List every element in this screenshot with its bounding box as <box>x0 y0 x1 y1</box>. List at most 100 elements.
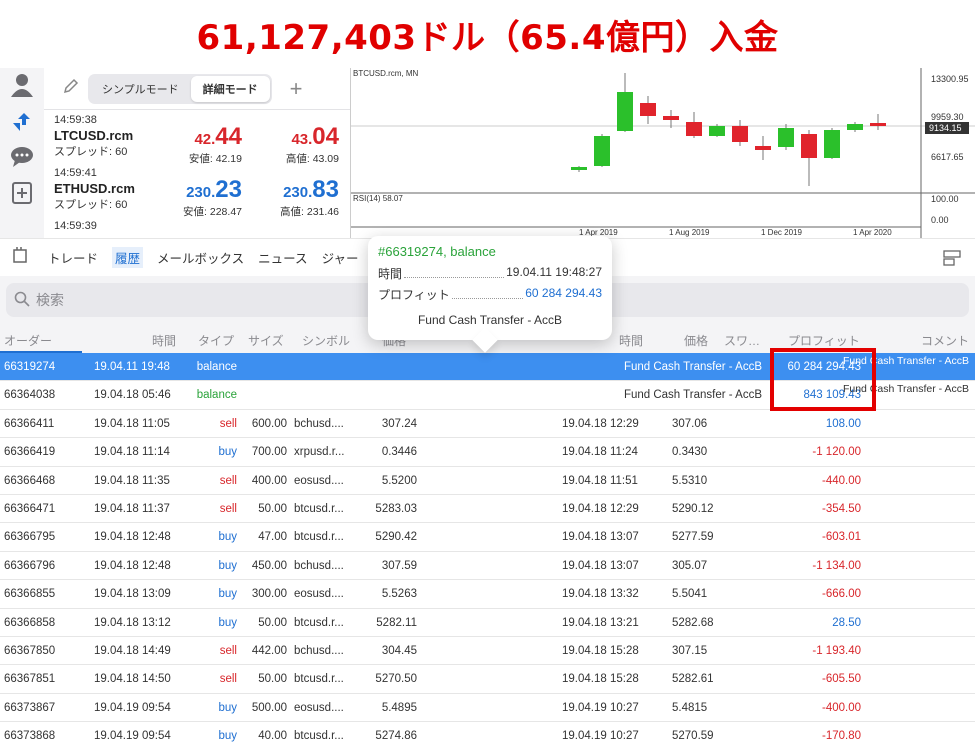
order-cell: 66367850 <box>4 644 56 657</box>
candle-body <box>709 126 725 136</box>
quote-time: 14:59:39 <box>54 220 97 232</box>
type-cell: sell <box>219 673 237 686</box>
price-cell: 307.59 <box>381 559 417 572</box>
order-cell: 66373867 <box>4 701 56 714</box>
tooltip-comment: Fund Cash Transfer - AccB <box>417 313 563 327</box>
split-view-icon[interactable] <box>943 249 961 272</box>
simple-mode-button[interactable]: シンプルモード <box>90 76 191 102</box>
bid-price[interactable]: 230.23 安値: 228.47 <box>154 176 242 219</box>
symbol-cell: btcusd.r... <box>294 502 344 515</box>
close-price-cell: 307.15 <box>672 644 708 657</box>
profit-cell: -440.00 <box>821 474 861 487</box>
panel-layout-icon[interactable] <box>12 246 30 269</box>
type-cell: buy <box>218 588 237 601</box>
tab-trade[interactable]: トレード <box>48 248 98 267</box>
profit-cell: -170.80 <box>821 730 861 743</box>
ask-price[interactable]: 43.04 高値: 43.09 <box>244 123 339 166</box>
type-cell: buy <box>218 616 237 629</box>
tab-news[interactable]: ニュース <box>258 248 307 267</box>
symbol-cell: eosusd.... <box>294 701 344 714</box>
close-price-cell: 5.5310 <box>672 474 708 487</box>
bid-prefix: 230. <box>186 184 216 201</box>
col-type[interactable]: タイプ <box>198 332 234 349</box>
close-time-cell: 19.04.18 12:29 <box>562 502 639 515</box>
order-cell: 66366471 <box>4 502 56 515</box>
tooltip-profit-label: プロフィット <box>378 288 450 302</box>
account-icon[interactable] <box>9 72 35 98</box>
symbol-cell: xrpusd.r... <box>294 446 345 459</box>
col-time[interactable]: 時間 <box>152 332 176 349</box>
quote-row-ethusd[interactable]: 14:59:41 ETHUSD.rcm スプレッド: 60 230.23 安値:… <box>44 163 350 219</box>
detail-mode-button[interactable]: 詳細モード <box>190 75 270 102</box>
close-time-cell: 19.04.18 12:29 <box>562 417 639 430</box>
table-row[interactable]: 66366855 19.04.18 13:09 buy 300.00 eosusd...… <box>0 580 975 609</box>
left-sidebar <box>0 68 44 238</box>
ask-prefix: 43. <box>291 131 313 148</box>
table-row[interactable]: 66373867 19.04.19 09:54 buy 500.00 eosusd...… <box>0 693 975 723</box>
bid-price[interactable]: 42.44 安値: 42.19 <box>154 123 242 166</box>
time-cell: 19.04.18 13:12 <box>94 616 171 629</box>
close-price-cell: 5290.12 <box>672 502 714 515</box>
col-symbol[interactable]: シンボル <box>302 332 350 349</box>
close-time-cell: 19.04.18 13:07 <box>562 559 639 572</box>
ask-price[interactable]: 230.83 高値: 231.46 <box>244 176 339 219</box>
time-cell: 19.04.18 14:50 <box>94 673 171 686</box>
edit-pencil-icon[interactable] <box>62 77 80 100</box>
col-profit[interactable]: プロフィット <box>788 332 860 349</box>
tab-history[interactable]: 履歴 <box>112 247 144 268</box>
add-document-icon[interactable] <box>9 180 35 206</box>
tab-mailbox[interactable]: メールボックス <box>157 248 244 267</box>
table-row[interactable]: 66366419 19.04.18 11:14 buy 700.00 xrpusd.r.… <box>0 438 975 467</box>
time-cell: 19.04.18 12:48 <box>94 531 171 544</box>
time-cell: 19.04.18 11:05 <box>94 417 170 430</box>
ask-big-digits: 04 <box>312 123 339 150</box>
type-cell: buy <box>218 559 237 572</box>
table-row[interactable]: 66366471 19.04.18 11:37 sell 50.00 btcusd.r.… <box>0 494 975 524</box>
chat-icon[interactable] <box>9 144 35 170</box>
col-size[interactable]: サイズ <box>248 332 284 349</box>
profit-cell: -400.00 <box>821 701 861 714</box>
table-row[interactable]: 66366411 19.04.18 11:05 sell 600.00 bchusd..… <box>0 409 975 439</box>
time-cell: 19.04.18 14:49 <box>94 644 171 657</box>
history-table: 66319274 19.04.11 19:48 balance Fund Cash T… <box>0 353 975 749</box>
price-cell: 304.45 <box>381 644 417 657</box>
candlestick-chart-svg: BTCUSD.rcm, MN 13300.95 9959.30 9134.15 … <box>351 68 975 238</box>
col-order[interactable]: オーダー <box>4 332 52 349</box>
quote-row-partial[interactable]: 14:59:39 <box>44 216 350 238</box>
size-cell: 700.00 <box>251 446 287 459</box>
table-row[interactable]: 66367851 19.04.18 14:50 sell 50.00 btcusd.r.… <box>0 665 975 694</box>
col-close-time[interactable]: 時間 <box>619 332 643 349</box>
candle-body <box>663 116 679 120</box>
profit-cell: 28.50 <box>832 616 861 629</box>
candle-body <box>778 128 794 147</box>
table-row[interactable]: 66366858 19.04.18 13:12 buy 50.00 btcusd.r..… <box>0 608 975 637</box>
candle-body <box>870 123 886 126</box>
table-row[interactable]: 66366795 19.04.18 12:48 buy 47.00 btcusd.r..… <box>0 523 975 552</box>
profit-highlight-box <box>770 348 876 411</box>
headline-text: 61,127,403ドル（65.4億円）入金 <box>196 17 779 58</box>
table-row[interactable]: 66366468 19.04.18 11:35 sell 400.00 eosusd..… <box>0 466 975 495</box>
quote-toolbar: シンプルモード 詳細モード + <box>44 68 350 110</box>
close-price-cell: 5.5041 <box>672 588 708 601</box>
table-row[interactable]: 66366796 19.04.18 12:48 buy 450.00 bchusd...… <box>0 551 975 581</box>
price-chart[interactable]: BTCUSD.rcm, MN 13300.95 9959.30 9134.15 … <box>350 68 975 238</box>
trade-arrows-icon[interactable] <box>9 108 35 134</box>
table-row[interactable]: 66373868 19.04.19 09:54 buy 40.00 btcusd.r..… <box>0 722 975 749</box>
mid-comment-cell: Fund Cash Transfer - AccB <box>623 389 762 402</box>
close-time-cell: 19.04.18 11:24 <box>562 446 638 459</box>
col-swap[interactable]: スワ… <box>724 332 760 349</box>
type-cell: buy <box>218 531 237 544</box>
col-comment[interactable]: コメント <box>921 332 969 349</box>
close-price-cell: 5282.61 <box>672 673 714 686</box>
add-symbol-button[interactable]: + <box>290 76 303 102</box>
table-row[interactable]: 66367850 19.04.18 14:49 sell 442.00 bchusd..… <box>0 636 975 666</box>
candle-body <box>594 136 610 166</box>
time-cell: 19.04.19 09:54 <box>94 701 171 714</box>
tooltip-dots <box>451 286 524 299</box>
candle-body <box>617 92 633 131</box>
quote-row-ltcusd[interactable]: 14:59:38 LTCUSD.rcm スプレッド: 60 42.44 安値: … <box>44 110 350 166</box>
order-cell: 66366411 <box>4 417 55 430</box>
symbol-cell: eosusd.... <box>294 474 344 487</box>
col-close-price[interactable]: 価格 <box>684 332 708 349</box>
tab-journal[interactable]: ジャー <box>322 248 359 267</box>
